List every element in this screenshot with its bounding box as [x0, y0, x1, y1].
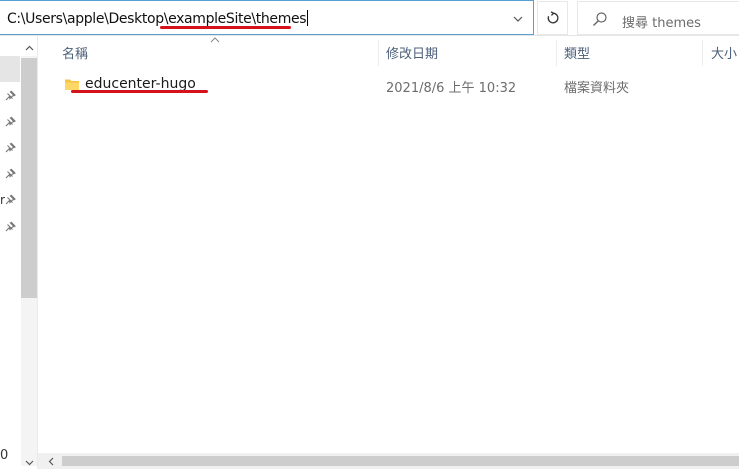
column-header-row: 名稱 修改日期 類型 大小 — [38, 36, 739, 68]
column-divider[interactable] — [378, 40, 379, 66]
text-caret — [307, 10, 309, 26]
column-divider[interactable] — [556, 40, 557, 66]
scroll-left-button[interactable] — [44, 455, 58, 467]
address-path-highlight: exampleSite\themes — [168, 11, 307, 27]
file-date-modified: 2021/8/6 上午 10:32 — [386, 81, 517, 96]
search-input[interactable]: 搜尋 themes — [622, 12, 701, 31]
refresh-icon — [547, 11, 558, 24]
address-path[interactable]: C:\Users\apple\Desktop\exampleSite\theme… — [7, 10, 309, 27]
pin-icon[interactable] — [4, 116, 16, 128]
address-bar-row: C:\Users\apple\Desktop\exampleSite\theme… — [0, 0, 739, 36]
column-divider[interactable] — [702, 40, 703, 66]
file-type: 檔案資料夾 — [564, 81, 630, 96]
search-box[interactable]: 搜尋 themes — [577, 1, 739, 35]
folder-icon — [65, 79, 79, 90]
column-header-name[interactable]: 名稱 — [62, 43, 88, 62]
pin-icon[interactable] — [4, 168, 16, 180]
column-header-date-modified[interactable]: 修改日期 — [386, 43, 438, 62]
nav-scroll-down-button[interactable] — [21, 456, 37, 469]
column-header-type[interactable]: 類型 — [564, 43, 590, 62]
nav-scroll-up-button[interactable] — [21, 41, 37, 55]
chevron-left-icon — [48, 457, 54, 465]
file-explorer-window: C:\Users\apple\Desktop\exampleSite\theme… — [0, 0, 739, 469]
horizontal-scrollbar-thumb[interactable] — [62, 456, 739, 466]
annotation-underline-folder — [71, 90, 208, 93]
address-path-prefix: C:\Users\apple\Desktop\ — [7, 11, 169, 27]
pin-icon[interactable] — [4, 90, 16, 102]
pin-icon[interactable] — [4, 194, 16, 206]
nav-scrollbar-thumb[interactable] — [21, 58, 37, 298]
address-bar[interactable]: C:\Users\apple\Desktop\exampleSite\theme… — [0, 0, 534, 35]
navigation-pane[interactable]: r 0 — [0, 36, 38, 469]
chevron-up-icon — [25, 45, 33, 51]
chevron-down-icon — [513, 16, 523, 22]
refresh-button[interactable] — [537, 1, 568, 35]
nav-selected-item[interactable] — [0, 56, 20, 82]
nav-item-label-truncated: 0 — [0, 448, 9, 463]
file-list-row[interactable]: educenter-hugo 2021/8/6 上午 10:32 檔案資料夾 — [38, 70, 739, 98]
column-header-size[interactable]: 大小 — [711, 43, 737, 62]
sort-ascending-icon — [210, 37, 220, 43]
address-history-dropdown[interactable] — [508, 10, 528, 28]
pin-icon[interactable] — [4, 221, 16, 233]
search-icon — [592, 11, 608, 27]
chevron-down-icon — [25, 460, 33, 465]
annotation-underline-path — [160, 26, 291, 29]
horizontal-scrollbar[interactable] — [38, 453, 739, 469]
pin-icon[interactable] — [4, 142, 16, 154]
